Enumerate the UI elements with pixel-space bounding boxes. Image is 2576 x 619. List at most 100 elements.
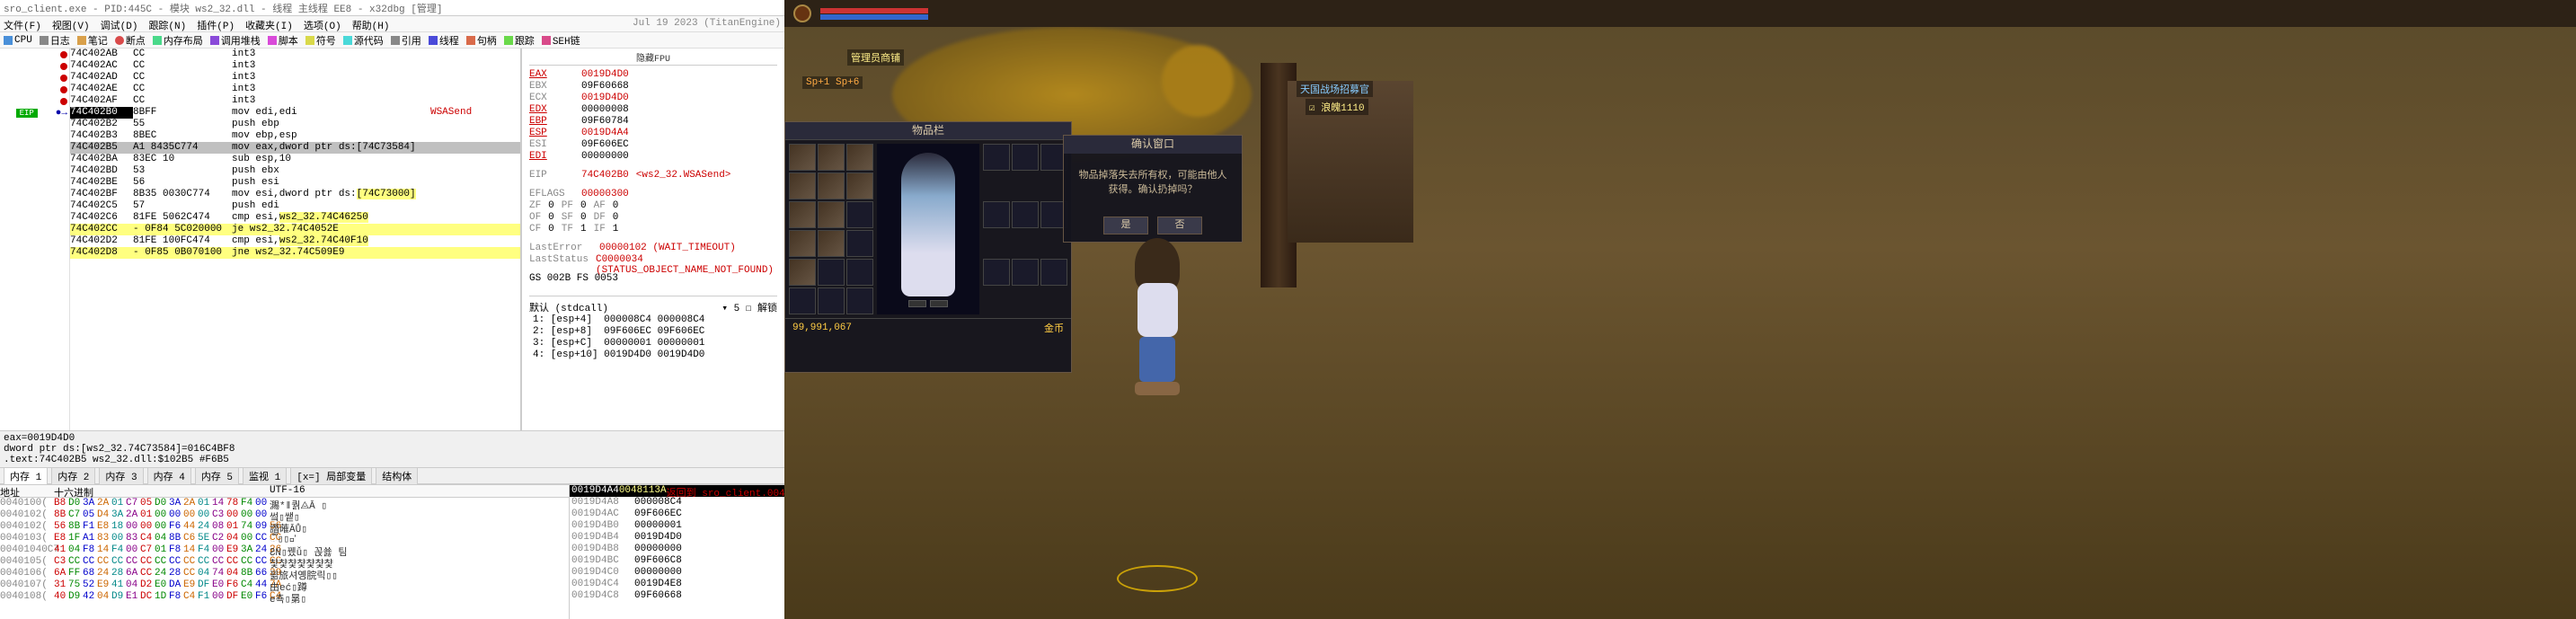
equip-slot[interactable] <box>1040 259 1067 286</box>
inv-slot[interactable] <box>789 172 816 199</box>
reg-edi[interactable]: EDI00000000 <box>529 151 777 163</box>
disasm-row[interactable]: 74C402ADCCint3 <box>70 72 520 84</box>
disasm-row[interactable]: 74C402B255push ebp <box>70 119 520 130</box>
reg-eip[interactable]: EIP 74C402B0 <ws2_32.WSASend> <box>529 170 777 181</box>
tab-refs[interactable]: 引用 <box>391 33 421 48</box>
hex-row[interactable]: 0040106(6AFF6824286ACC2428CC0474048B6639… <box>0 568 569 579</box>
hex-row[interactable]: 00401040C74104F814F400C701F814F400E93A24… <box>0 544 569 556</box>
menu-file[interactable]: 文件(F) <box>4 18 41 30</box>
reg-ebp[interactable]: EBP09F60784 <box>529 116 777 128</box>
reg-ecx[interactable]: ECX0019D4D0 <box>529 93 777 104</box>
menu-trace[interactable]: 跟踪(N) <box>148 18 186 30</box>
menu-help[interactable]: 帮助(H) <box>352 18 390 30</box>
game-window[interactable]: 管理员商铺 Sp+1 Sp+6 天国战场招募官 ☑ 浪魄1110 物品栏 <box>784 0 2576 619</box>
inv-slot[interactable] <box>818 201 845 228</box>
disasm-row[interactable]: 74C402CC- 0F84 5C020000je ws2_32.74C4052… <box>70 224 520 235</box>
reg-esp[interactable]: ESP0019D4A4 <box>529 128 777 139</box>
tab-source[interactable]: 源代码 <box>343 33 384 48</box>
disasm-row[interactable]: 74C402D8- 0F85 0B070100jne ws2_32.74C509… <box>70 247 520 259</box>
disasm-row[interactable]: 74C402BD53push ebx <box>70 165 520 177</box>
tab-cpu[interactable]: CPU <box>4 35 32 46</box>
disassembly-list[interactable]: 74C402ABCCint374C402ACCCint374C402ADCCin… <box>70 49 520 430</box>
tab-notes[interactable]: 笔记 <box>77 33 108 48</box>
tab-trace[interactable]: 跟踪 <box>504 33 535 48</box>
hex-row[interactable]: 0040105(C3CCCCCCCCCCCCCCCCCCCCCCCCCCCCCC… <box>0 556 569 568</box>
reg-esi[interactable]: ESI09F606EC <box>529 139 777 151</box>
inv-slot[interactable] <box>846 172 873 199</box>
hex-row[interactable]: 0040102(8BC705D43A2A0100000000C3000000쎀▯… <box>0 509 569 521</box>
hex-body[interactable]: 0040100(B8D03A2A01C705D03A2A011478F400瀃*… <box>0 498 569 619</box>
stack-panel[interactable]: 0019D4A40048113A返回到 sro_client.0048113A … <box>569 485 784 619</box>
disasm-row[interactable]: 74C402ACCCint3 <box>70 60 520 72</box>
disassembly-panel[interactable]: EIP●→ 74C402ABCCint374C402ACCCint374C402… <box>0 49 521 430</box>
disasm-row[interactable]: 74C402BE56push esi <box>70 177 520 189</box>
reg-eax[interactable]: EAX0019D4D0 <box>529 69 777 81</box>
tab-mem5[interactable]: 内存 5 <box>195 467 239 485</box>
inv-slot[interactable] <box>789 259 816 286</box>
disasm-row[interactable]: 74C402ABCCint3 <box>70 49 520 60</box>
tab-log[interactable]: 日志 <box>40 33 70 48</box>
equip-slot[interactable] <box>1012 144 1039 171</box>
disasm-row[interactable]: 74C402B5A1 8435C774mov eax,dword ptr ds:… <box>70 142 520 154</box>
inv-slot[interactable] <box>846 230 873 257</box>
inv-slot[interactable] <box>846 287 873 314</box>
stack-row[interactable]: 0019D4C000000000 <box>570 567 784 579</box>
local-row[interactable]: 3: [esp+C] 00000001 00000001 <box>529 338 777 349</box>
menu-view[interactable]: 视图(V) <box>52 18 90 30</box>
inventory-window[interactable]: 物品栏 <box>784 121 1072 373</box>
hex-row[interactable]: 0040100(B8D03A2A01C705D03A2A011478F400瀃*… <box>0 498 569 509</box>
menu-options[interactable]: 选项(O) <box>304 18 341 30</box>
stack-row[interactable]: 0019D4A40048113A返回到 sro_client.0048113A … <box>570 485 784 497</box>
yes-button[interactable]: 是 <box>1103 217 1148 234</box>
gutter[interactable]: EIP●→ <box>0 49 70 430</box>
stack-row[interactable]: 0019D4C40019D4E8 <box>570 579 784 590</box>
stack-row[interactable]: 0019D4B800000000 <box>570 544 784 555</box>
tab-seh[interactable]: SEH链 <box>542 33 580 48</box>
disasm-row[interactable]: 74C402AFCCint3 <box>70 95 520 107</box>
tab-locals[interactable]: [x=] 局部变量 <box>290 467 372 485</box>
reg-edx[interactable]: EDX00000008 <box>529 104 777 116</box>
stack-row[interactable]: 0019D4C809F60668 <box>570 590 784 602</box>
hex-row[interactable]: 0040108(40D94204D9E1DC1DF8C4F100DFE0F6C4… <box>0 591 569 603</box>
tab-threads[interactable]: 线程 <box>429 33 459 48</box>
equip-slot[interactable] <box>1012 201 1039 228</box>
tab-mem3[interactable]: 内存 3 <box>99 467 143 485</box>
inv-slot[interactable] <box>846 144 873 171</box>
equip-slot[interactable] <box>983 259 1010 286</box>
disasm-row[interactable]: 74C402B38BECmov ebp,esp <box>70 130 520 142</box>
stack-row[interactable]: 0019D4AC09F606EC <box>570 508 784 520</box>
tab-memory[interactable]: 内存布局 <box>153 33 203 48</box>
local-row[interactable]: 4: [esp+10] 0019D4D0 0019D4D0 <box>529 349 777 361</box>
npc-label[interactable]: 天国战场招募官 <box>1297 81 1373 97</box>
stack-row[interactable]: 0019D4B000000001 <box>570 520 784 532</box>
inv-slot[interactable] <box>818 259 845 286</box>
player-character[interactable] <box>1126 243 1189 422</box>
menu-debug[interactable]: 调试(D) <box>101 18 138 30</box>
char-nav-btn[interactable] <box>930 300 948 307</box>
inv-slot[interactable] <box>789 201 816 228</box>
avatar-icon[interactable] <box>793 4 811 22</box>
hex-dump[interactable]: 地址 十六进制 UTF-16 0040100(B8D03A2A01C705D03… <box>0 485 569 619</box>
inv-slot[interactable] <box>846 259 873 286</box>
tab-handles[interactable]: 句柄 <box>466 33 497 48</box>
tab-struct[interactable]: 结构体 <box>376 467 418 485</box>
menu-plugin[interactable]: 插件(P) <box>197 18 235 30</box>
inv-slot[interactable] <box>818 172 845 199</box>
hex-row[interactable]: 0040102(568BF1E818000000F644240801740956… <box>0 521 569 533</box>
local-row[interactable]: 1: [esp+4] 000008C4 000008C4 <box>529 314 777 326</box>
equip-slot[interactable] <box>1012 259 1039 286</box>
inv-slot[interactable] <box>789 144 816 171</box>
stack-row[interactable]: 0019D4BC09F606C8 <box>570 555 784 567</box>
tab-mem1[interactable]: 内存 1 <box>4 467 48 485</box>
tab-symbols[interactable]: 符号 <box>305 33 336 48</box>
inv-slot[interactable] <box>818 287 845 314</box>
tab-mem4[interactable]: 内存 4 <box>147 467 191 485</box>
tab-breakpoints[interactable]: 断点 <box>115 33 146 48</box>
equip-slot[interactable] <box>983 144 1010 171</box>
inv-slot[interactable] <box>818 144 845 171</box>
tab-watch1[interactable]: 监视 1 <box>243 467 287 485</box>
stack-row[interactable]: 0019D4B40019D4D0 <box>570 532 784 544</box>
inv-slot[interactable] <box>818 230 845 257</box>
disasm-row[interactable]: 74C402B08BFFmov edi,ediWSASend <box>70 107 520 119</box>
char-nav-btn[interactable] <box>908 300 926 307</box>
